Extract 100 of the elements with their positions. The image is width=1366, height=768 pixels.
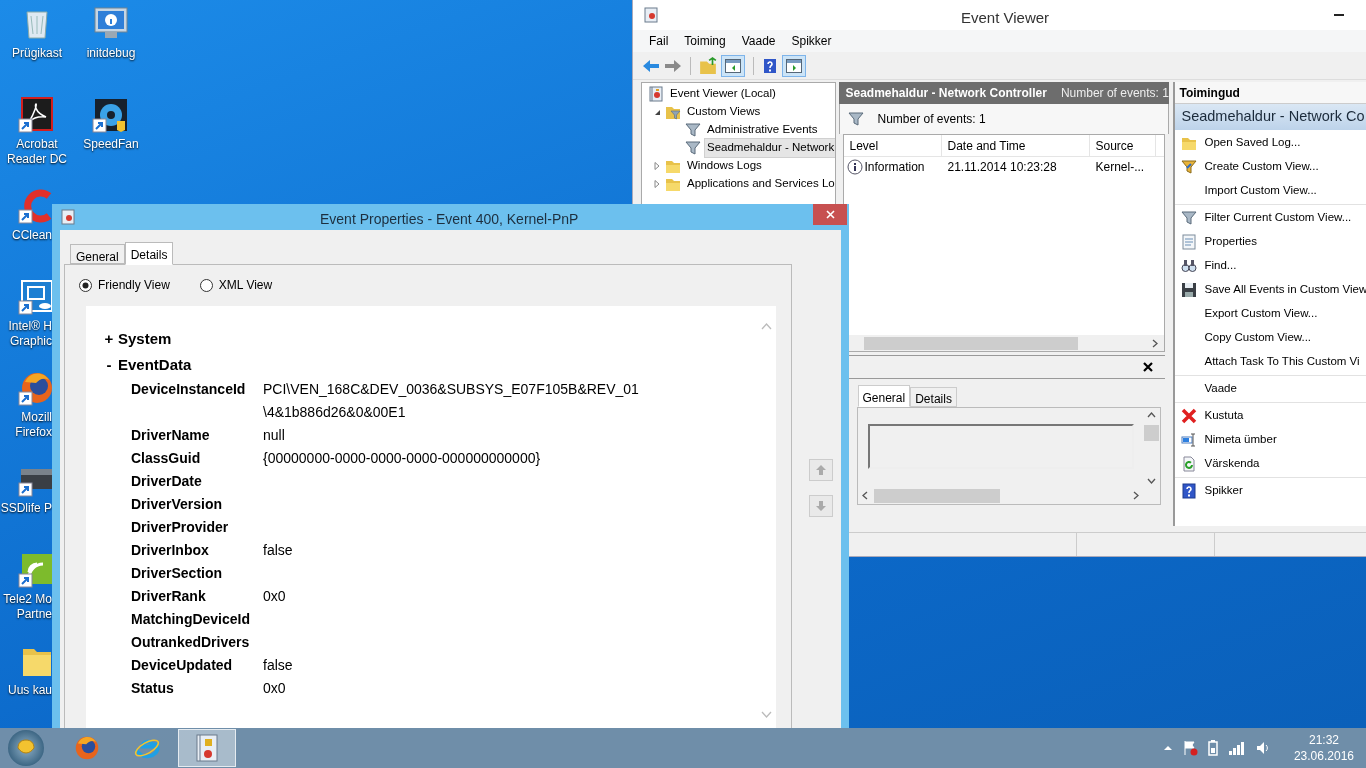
field-name: DeviceInstanceId — [131, 380, 247, 399]
action-item[interactable]: Find... — [1174, 254, 1366, 278]
filter-icon — [847, 111, 864, 127]
column-header[interactable]: Level — [843, 135, 942, 156]
tree-item[interactable]: Custom Views — [684, 102, 764, 122]
scroll-down-icon[interactable] — [1146, 478, 1156, 484]
tab[interactable]: Details — [910, 387, 957, 407]
close-icon — [825, 210, 835, 219]
action-item[interactable]: Properties — [1174, 230, 1366, 254]
close-button[interactable] — [813, 204, 847, 225]
radio-button[interactable] — [199, 278, 213, 292]
filter-folder-icon — [665, 104, 681, 120]
radio-button[interactable] — [79, 278, 92, 292]
section-header[interactable]: Seadmehaldur - Network Co — [1174, 104, 1366, 130]
desktop-icon-label[interactable]: Acrobat Reader DC — [7, 137, 67, 167]
tab[interactable]: General — [70, 244, 125, 264]
filter-icon — [1180, 210, 1197, 226]
tree-item[interactable]: Event Viewer (Local) — [667, 84, 779, 104]
help-icon[interactable] — [762, 56, 778, 75]
radio-label[interactable]: XML View — [218, 276, 273, 294]
action-item[interactable]: Create Custom View... — [1174, 155, 1366, 179]
filter-summary: Number of events: 1 — [877, 111, 986, 128]
menu-item[interactable]: Spikker — [783, 32, 840, 50]
delete-icon — [1180, 408, 1197, 424]
desktop-icon-label[interactable]: Tele2 Mo Partne — [0, 592, 52, 622]
desktop-icon-label[interactable]: Uus kau — [0, 683, 52, 698]
section-label: EventData — [118, 354, 192, 375]
action-item[interactable]: Kustuta — [1174, 404, 1366, 428]
desktop-icon-label[interactable]: Intel® H Graphic — [0, 319, 52, 349]
folder-icon — [665, 176, 681, 192]
menu-item[interactable]: Toiming — [676, 32, 734, 50]
information-icon — [846, 159, 863, 175]
window-title: Event Viewer — [961, 8, 1050, 28]
field-value: null — [263, 426, 285, 445]
tab[interactable]: General — [857, 385, 911, 407]
event-count: Number of events: 1 — [1060, 85, 1169, 102]
event-log-icon — [60, 209, 76, 225]
action-item[interactable]: Open Saved Log... — [1174, 131, 1366, 155]
forward-arrow-icon[interactable] — [664, 57, 682, 74]
desktop-icon-label[interactable]: CClean — [0, 228, 52, 243]
expand-toggle[interactable]: + — [100, 327, 118, 351]
action-item[interactable]: Vaade — [1174, 377, 1366, 401]
battery-icon[interactable] — [1206, 740, 1219, 756]
column-header[interactable]: Source — [1089, 135, 1156, 156]
collapsed-arrow-icon[interactable] — [652, 179, 662, 189]
tree-item[interactable]: Seadmehaldur - Network — [704, 138, 835, 158]
expand-toggle[interactable]: - — [100, 353, 118, 377]
tree-item[interactable]: Applications and Services Lo — [684, 174, 835, 194]
field-value: {00000000-0000-0000-0000-000000000000} — [263, 449, 541, 468]
column-header[interactable]: Date and Time — [941, 135, 1090, 156]
action-item[interactable]: Import Custom View... — [1174, 179, 1366, 203]
action-item[interactable]: Nimeta ümber — [1174, 428, 1366, 452]
scroll-right-icon[interactable] — [1151, 338, 1158, 348]
view-title: Seadmehaldur - Network Controller — [845, 85, 1047, 102]
folder-icon — [665, 158, 681, 174]
show-hidden-icons-icon[interactable] — [1162, 745, 1173, 751]
tab[interactable]: Details — [124, 242, 174, 265]
pane-title: Toimingud — [1179, 84, 1240, 102]
field-value: false — [263, 656, 293, 675]
scroll-up-icon[interactable] — [1146, 412, 1156, 418]
desktop-icon-label[interactable]: Mozill Firefox — [0, 410, 52, 440]
action-item[interactable]: Export Custom View... — [1174, 302, 1366, 326]
collapsed-arrow-icon[interactable] — [652, 161, 662, 171]
field-name: MatchingDeviceId — [131, 610, 252, 629]
show-hide-tree-button[interactable] — [721, 54, 745, 77]
taskbar-app-button[interactable] — [178, 729, 236, 767]
close-icon[interactable] — [1142, 362, 1153, 372]
menu-item[interactable]: Fail — [641, 32, 677, 50]
desktop-icon-label[interactable]: SSDlife P — [0, 501, 52, 516]
show-hide-action-pane-button[interactable] — [782, 54, 806, 77]
dialog-title: Event Properties - Event 400, Kernel-PnP — [320, 210, 579, 229]
radio-label[interactable]: Friendly View — [98, 276, 170, 294]
open-folder-icon — [1180, 135, 1197, 151]
volume-icon[interactable] — [1254, 740, 1271, 756]
menu-item[interactable]: Vaade — [733, 32, 784, 50]
move-up-button[interactable] — [809, 459, 833, 481]
field-name: DriverInbox — [131, 541, 210, 560]
action-item[interactable]: Värskenda — [1174, 452, 1366, 476]
folder-up-icon[interactable] — [699, 56, 717, 75]
action-item[interactable]: Copy Custom View... — [1174, 326, 1366, 350]
scroll-left-icon[interactable] — [861, 491, 868, 500]
desktop-icon-label[interactable]: initdebug — [86, 46, 136, 61]
event-log-icon — [643, 7, 659, 23]
tree-item[interactable]: Administrative Events — [704, 120, 821, 140]
scroll-thumb[interactable] — [1143, 425, 1159, 441]
start-button[interactable] — [8, 730, 44, 766]
field-value: 0x0 — [263, 587, 286, 606]
table-cell-text: Information — [864, 159, 925, 176]
scroll-right-icon[interactable] — [1132, 491, 1139, 500]
desktop-icon-label[interactable]: Prügikast — [12, 46, 62, 61]
action-item[interactable]: Spikker — [1174, 479, 1366, 503]
desktop-icon-label[interactable]: SpeedFan — [83, 137, 139, 152]
move-down-button[interactable] — [809, 495, 833, 517]
event-row[interactable]: Information 21.11.2014 10:23:28 Kernel-... — [843, 157, 1164, 177]
back-arrow-icon[interactable] — [642, 57, 660, 74]
flag-icon[interactable] — [1181, 740, 1198, 756]
tree-item[interactable]: Windows Logs — [684, 156, 765, 176]
signal-icon[interactable] — [1227, 740, 1246, 756]
action-item[interactable]: Attach Task To This Custom Vi — [1174, 350, 1366, 374]
action-item[interactable]: Filter Current Custom View... — [1174, 206, 1366, 230]
